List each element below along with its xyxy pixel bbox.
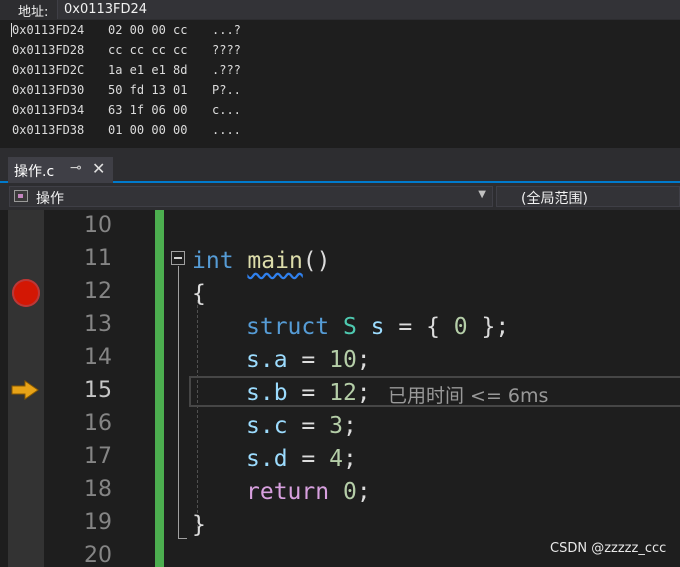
panel-splitter[interactable] (0, 148, 680, 156)
watermark: CSDN @zzzzz_ccc (550, 541, 667, 556)
global-scope-dropdown[interactable]: (全局范围) (496, 186, 680, 207)
code-line-12[interactable]: { (192, 278, 206, 311)
global-scope-label: (全局范围) (521, 191, 588, 207)
line-number: 16 (84, 411, 112, 436)
code-line-11[interactable]: int main() (192, 245, 331, 278)
memory-row[interactable]: 0x0113FD34 63 1f 06 00 c... (12, 100, 241, 120)
fold-guide (178, 266, 179, 538)
tab-operation-c[interactable]: 操作.c ⊸ ✕ (8, 157, 113, 183)
change-tracking-bar (155, 210, 164, 567)
current-line-number: 15 (84, 378, 112, 403)
memory-view[interactable]: 0x0113FD24 02 00 00 cc...? 0x0113FD28 cc c… (0, 20, 680, 148)
memory-row[interactable]: 0x0113FD28 cc cc cc cc???? (12, 40, 241, 60)
navigation-bar: 操作 ▼ (全局范围) (0, 183, 680, 210)
code-line-19[interactable]: } (192, 509, 206, 542)
collapse-icon[interactable] (171, 251, 185, 265)
code-line-17[interactable]: s.d = 4; (246, 443, 357, 476)
chevron-down-icon: ▼ (478, 189, 486, 200)
line-number: 20 (84, 543, 112, 567)
breakpoint-icon[interactable] (12, 279, 40, 307)
code-editor[interactable]: 10 11 12 13 14 15 16 17 18 19 20 int mai… (0, 210, 680, 567)
current-statement-arrow-icon (11, 380, 39, 400)
line-number: 13 (84, 312, 112, 337)
indent-guide (197, 300, 198, 528)
line-number: 19 (84, 510, 112, 535)
memory-row[interactable]: 0x0113FD38 01 00 00 00.... (12, 120, 241, 140)
line-number: 14 (84, 345, 112, 370)
line-number: 18 (84, 477, 112, 502)
close-icon[interactable]: ✕ (92, 159, 105, 178)
editor-tab-strip: 操作.c ⊸ ✕ (0, 156, 680, 183)
line-number: 10 (84, 213, 112, 238)
code-line-13[interactable]: struct S s = { 0 }; (246, 311, 509, 344)
memory-row[interactable]: 0x0113FD2C 1a e1 e1 8d.??? (12, 60, 241, 80)
code-line-14[interactable]: s.a = 10; (246, 344, 371, 377)
project-icon (14, 190, 28, 202)
line-number: 11 (84, 246, 112, 271)
address-input[interactable]: 0x0113FD24 (57, 0, 680, 19)
memory-row[interactable]: 0x0113FD24 02 00 00 cc...? (12, 20, 241, 40)
line-number: 12 (84, 279, 112, 304)
address-label: 地址: (18, 5, 49, 20)
code-line-15[interactable]: s.b = 12; (246, 377, 371, 410)
code-line-18[interactable]: return 0; (246, 476, 371, 509)
project-scope-label: 操作 (36, 191, 64, 207)
memory-row[interactable]: 0x0113FD30 50 fd 13 01 P?.. (12, 80, 241, 100)
fold-guide-end (178, 538, 187, 539)
tab-label: 操作.c (14, 164, 55, 180)
pin-icon[interactable]: ⊸ (70, 160, 82, 176)
line-number: 17 (84, 444, 112, 469)
memory-toolbar: 地址: 0x0113FD24 (0, 0, 680, 20)
code-line-16[interactable]: s.c = 3; (246, 410, 357, 443)
perf-tip[interactable]: 已用时间 <= 6ms (388, 381, 548, 408)
project-scope-dropdown[interactable]: 操作 ▼ (9, 186, 493, 207)
